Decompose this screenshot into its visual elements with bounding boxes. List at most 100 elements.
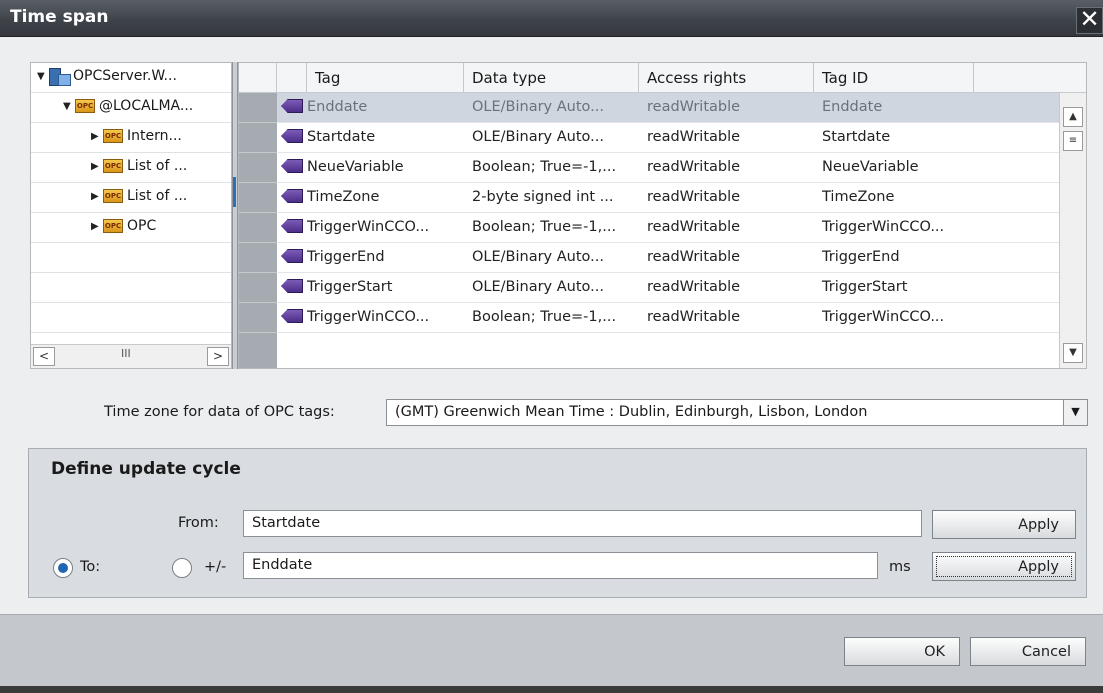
tree-horizontal-scrollbar[interactable]: < III > <box>31 344 231 368</box>
scroll-left-icon[interactable]: < <box>33 347 55 366</box>
time-span-dialog: Time span ✕ ▼ OPCServer.W... ▼ OPC @LOCA… <box>0 0 1103 693</box>
opc-folder-icon: OPC <box>103 159 123 173</box>
cell-access-rights: readWritable <box>647 99 741 115</box>
cell-tag: TriggerWinCCO... <box>307 219 430 235</box>
close-icon: ✕ <box>1079 5 1100 33</box>
row-header-cell[interactable] <box>239 213 277 243</box>
collapsed-triangle-icon[interactable]: ▶ <box>91 161 103 172</box>
row-header-cell[interactable] <box>239 153 277 183</box>
tree-item-list-1[interactable]: ▶ OPC List of ... <box>31 153 231 183</box>
opc-folder-icon: OPC <box>103 129 123 143</box>
cell-tag: Enddate <box>307 99 368 115</box>
row-header-cell[interactable] <box>239 93 277 123</box>
table-row[interactable]: TriggerWinCCO... Boolean; True=-1,... re… <box>277 303 1059 333</box>
cell-tag-id: TriggerWinCCO... <box>822 309 945 325</box>
table-row[interactable]: Startdate OLE/Binary Auto... readWritabl… <box>277 123 1059 153</box>
tree-item-label: List of ... <box>127 158 188 174</box>
cell-tag: TriggerEnd <box>307 249 385 265</box>
column-header-tag[interactable]: Tag <box>307 63 464 93</box>
cell-tag: NeueVariable <box>307 159 404 175</box>
splitter-grip[interactable] <box>233 177 236 207</box>
row-header-cell[interactable] <box>239 123 277 153</box>
update-cycle-title: Define update cycle <box>51 459 241 479</box>
cell-access-rights: readWritable <box>647 159 741 175</box>
update-cycle-group: Define update cycle From: Startdate Appl… <box>28 448 1087 598</box>
expanded-triangle-icon[interactable]: ▼ <box>63 101 75 112</box>
cell-data-type: 2-byte signed int ... <box>472 189 614 205</box>
collapsed-triangle-icon[interactable]: ▶ <box>91 191 103 202</box>
cell-tag: TimeZone <box>307 189 380 205</box>
table-vertical-scrollbar[interactable]: ▲ ≡ ▼ <box>1059 93 1086 368</box>
table-row[interactable]: TriggerStart OLE/Binary Auto... readWrit… <box>277 273 1059 303</box>
cell-data-type: OLE/Binary Auto... <box>472 129 604 145</box>
cell-access-rights: readWritable <box>647 189 741 205</box>
dropdown-arrow-icon[interactable]: ▼ <box>1063 400 1087 425</box>
table-row[interactable]: TimeZone 2-byte signed int ... readWrita… <box>277 183 1059 213</box>
tree-item-label: Intern... <box>127 128 182 144</box>
scroll-up-icon[interactable]: ▲ <box>1063 107 1083 127</box>
server-icon <box>49 68 71 86</box>
dialog-title: Time span <box>10 7 109 27</box>
scroll-down-icon[interactable]: ▼ <box>1063 343 1083 363</box>
to-input[interactable]: Enddate <box>243 552 878 579</box>
tree-item-opc[interactable]: ▶ OPC OPC <box>31 213 231 243</box>
column-header-tag-id[interactable]: Tag ID <box>814 63 974 93</box>
opc-server-tree: ▼ OPCServer.W... ▼ OPC @LOCALMA... ▶ OPC… <box>30 62 232 369</box>
tree-item-label: OPCServer.W... <box>73 68 177 84</box>
expanded-triangle-icon[interactable]: ▼ <box>37 71 49 82</box>
collapsed-triangle-icon[interactable]: ▶ <box>91 221 103 232</box>
row-header-cell[interactable] <box>239 243 277 273</box>
timezone-label: Time zone for data of OPC tags: <box>104 404 335 420</box>
table-row[interactable]: Enddate OLE/Binary Auto... readWritable … <box>277 93 1059 123</box>
tree-item-label: @LOCALMA... <box>99 98 194 114</box>
tree-item-list-2[interactable]: ▶ OPC List of ... <box>31 183 231 213</box>
scroll-thumb-grip[interactable]: III <box>121 347 131 360</box>
timezone-select[interactable]: (GMT) Greenwich Mean Time : Dublin, Edin… <box>386 399 1088 426</box>
to-label: To: <box>80 559 101 575</box>
scroll-right-icon[interactable]: > <box>207 347 229 366</box>
timezone-value: (GMT) Greenwich Mean Time : Dublin, Edin… <box>395 404 868 420</box>
plusminus-radio[interactable] <box>172 558 192 578</box>
table-row[interactable]: TriggerEnd OLE/Binary Auto... readWritab… <box>277 243 1059 273</box>
ok-button[interactable]: OK <box>844 637 960 666</box>
tag-icon <box>281 99 303 113</box>
cell-tag-id: TimeZone <box>822 189 895 205</box>
cell-tag-id: TriggerWinCCO... <box>822 219 945 235</box>
collapsed-triangle-icon[interactable]: ▶ <box>91 131 103 142</box>
close-button[interactable]: ✕ <box>1076 7 1103 34</box>
tree-empty-row <box>31 243 231 273</box>
from-input[interactable]: Startdate <box>243 510 922 537</box>
opc-folder-icon: OPC <box>103 189 123 203</box>
column-header-access-rights[interactable]: Access rights <box>639 63 814 93</box>
column-header-data-type[interactable]: Data type <box>464 63 639 93</box>
row-header-cell[interactable] <box>239 303 277 333</box>
tree-item-label: OPC <box>127 218 157 234</box>
unit-label: ms <box>889 559 911 575</box>
from-label: From: <box>178 515 219 531</box>
cell-tag: TriggerWinCCO... <box>307 309 430 325</box>
to-radio[interactable] <box>53 558 73 578</box>
tag-icon <box>281 249 303 263</box>
tree-empty-row <box>31 273 231 303</box>
opc-folder-icon: OPC <box>103 219 123 233</box>
apply-from-button[interactable]: Apply <box>932 510 1076 539</box>
cell-tag-id: TriggerStart <box>822 279 908 295</box>
title-bar: Time span ✕ <box>0 0 1103 37</box>
table-row[interactable]: NeueVariable Boolean; True=-1,... readWr… <box>277 153 1059 183</box>
row-header-cell[interactable] <box>239 183 277 213</box>
cancel-button[interactable]: Cancel <box>970 637 1086 666</box>
cell-tag: TriggerStart <box>307 279 393 295</box>
cell-data-type: Boolean; True=-1,... <box>472 219 617 235</box>
cell-data-type: Boolean; True=-1,... <box>472 309 617 325</box>
cell-tag-id: NeueVariable <box>822 159 919 175</box>
tree-item-localmachine[interactable]: ▼ OPC @LOCALMA... <box>31 93 231 123</box>
scroll-thumb-grip[interactable]: ≡ <box>1063 131 1083 151</box>
tree-item-internal[interactable]: ▶ OPC Intern... <box>31 123 231 153</box>
tag-table: Tag Data type Access rights Tag ID Endda… <box>238 62 1087 369</box>
apply-to-button[interactable]: Apply <box>932 552 1076 581</box>
to-value: Enddate <box>252 557 313 573</box>
table-row[interactable]: TriggerWinCCO... Boolean; True=-1,... re… <box>277 213 1059 243</box>
cell-access-rights: readWritable <box>647 129 741 145</box>
tree-item-opcserver[interactable]: ▼ OPCServer.W... <box>31 63 231 93</box>
row-header-cell[interactable] <box>239 273 277 303</box>
